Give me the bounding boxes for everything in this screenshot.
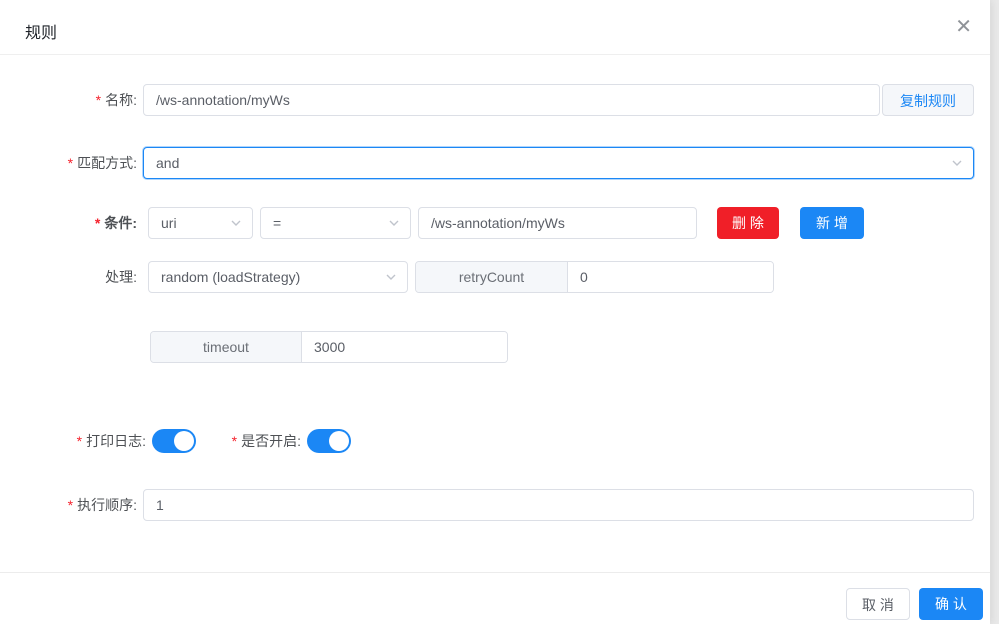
required-asterisk: *: [68, 497, 73, 513]
condition-field-select[interactable]: uri: [148, 207, 253, 239]
modal-title: 规则: [25, 19, 57, 43]
rule-modal: 规则 ✕ *名称: 复制规则 *匹配方式: and *条件: uri = 删 除…: [0, 0, 990, 624]
chevron-down-icon: [388, 217, 400, 229]
cancel-button[interactable]: 取 消: [846, 588, 910, 620]
required-asterisk: *: [232, 433, 237, 449]
handle-label: 处理:: [0, 261, 137, 293]
retry-count-input[interactable]: [568, 262, 773, 292]
timeout-input[interactable]: [302, 332, 507, 362]
condition-label: *条件:: [0, 207, 137, 239]
match-mode-select[interactable]: and: [143, 147, 974, 179]
condition-operator-select[interactable]: =: [260, 207, 411, 239]
delete-condition-button[interactable]: 删 除: [717, 207, 779, 239]
required-asterisk: *: [68, 155, 73, 171]
modal-footer: 取 消 确 认: [0, 572, 990, 624]
required-asterisk: *: [77, 433, 82, 449]
toggle-knob: [329, 431, 349, 451]
retry-count-addon: retryCount: [416, 262, 568, 292]
copy-rule-button[interactable]: 复制规则: [882, 84, 974, 116]
timeout-group: timeout: [150, 331, 508, 363]
match-mode-label: *匹配方式:: [0, 147, 137, 179]
enabled-label: *是否开启:: [205, 429, 301, 453]
name-input[interactable]: [143, 84, 880, 116]
add-condition-button[interactable]: 新 增: [800, 207, 864, 239]
name-label: *名称:: [0, 84, 137, 116]
close-icon[interactable]: ✕: [955, 16, 972, 38]
load-strategy-select[interactable]: random (loadStrategy): [148, 261, 408, 293]
timeout-addon: timeout: [151, 332, 302, 362]
chevron-down-icon: [385, 271, 397, 283]
modal-header: 规则 ✕: [0, 0, 990, 55]
chevron-down-icon: [230, 217, 242, 229]
condition-value-input[interactable]: [418, 207, 697, 239]
toggle-knob: [174, 431, 194, 451]
order-input[interactable]: [143, 489, 974, 521]
print-log-label: *打印日志:: [0, 429, 146, 453]
required-asterisk: *: [95, 215, 100, 231]
order-label: *执行顺序:: [0, 489, 137, 521]
print-log-toggle[interactable]: [152, 429, 196, 453]
required-asterisk: *: [96, 92, 101, 108]
confirm-button[interactable]: 确 认: [919, 588, 983, 620]
retry-count-group: retryCount: [415, 261, 774, 293]
enabled-toggle[interactable]: [307, 429, 351, 453]
chevron-down-icon: [951, 157, 963, 169]
